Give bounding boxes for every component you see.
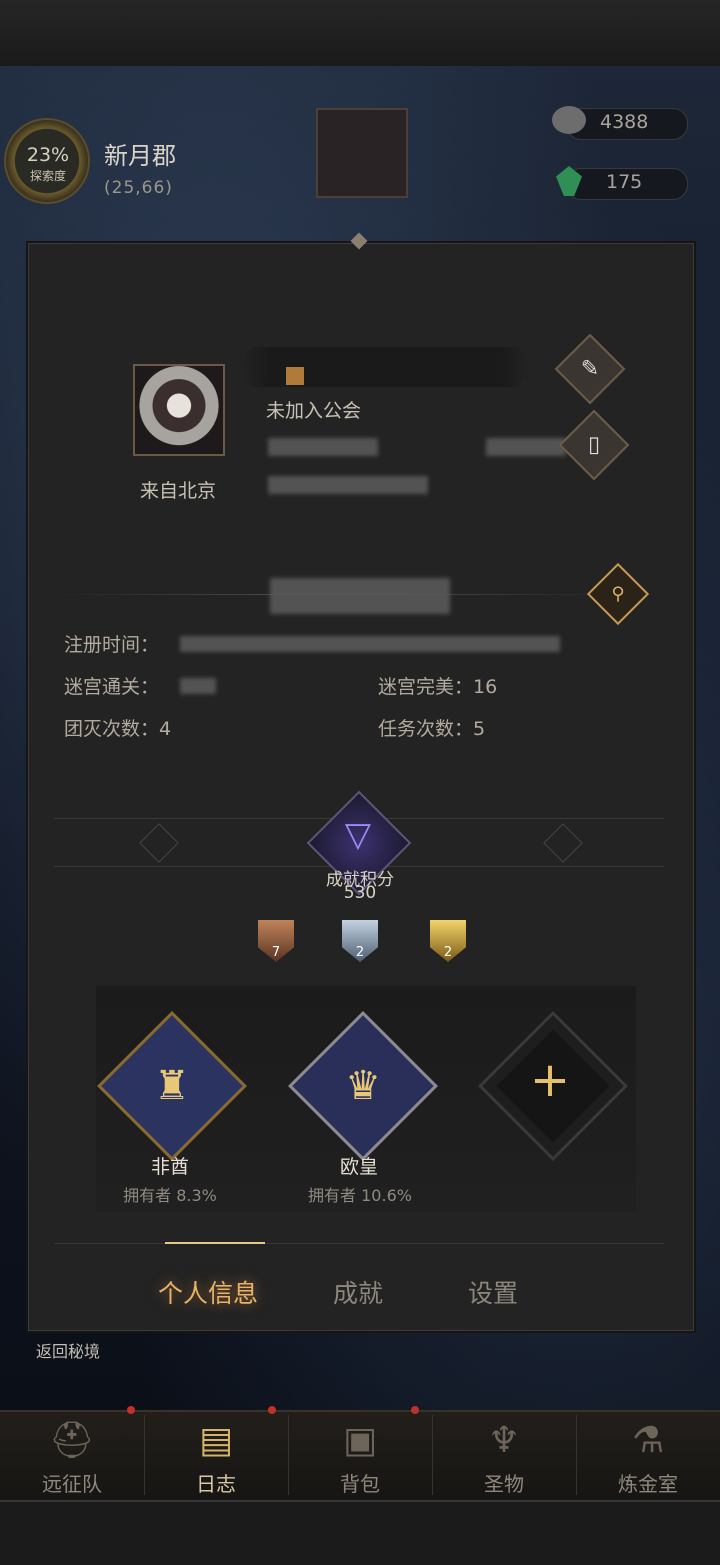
player-name-obscured [286, 367, 304, 385]
player-name-bar [240, 347, 530, 387]
medal-count: 7 [271, 945, 281, 960]
nav-label: 日志 [196, 1472, 236, 1496]
warrior-badge-icon: ♜ [154, 1063, 190, 1109]
nav-label: 炼金室 [618, 1472, 678, 1496]
area-coordinates: (25,66) [104, 178, 173, 198]
record-title-obscured [270, 578, 450, 614]
backpack-icon: ▣ [342, 1420, 377, 1461]
triangle-emblem-icon: ▽ [344, 815, 372, 855]
profile-avatar[interactable] [133, 364, 225, 456]
notification-dot [268, 1406, 276, 1414]
exploration-percent: 23% [26, 144, 70, 166]
exploration-label: 探索度 [29, 169, 66, 183]
alchemy-flask-icon: ⚗ [631, 1420, 665, 1461]
return-to-dungeon-label[interactable]: 返回秘境 [36, 1338, 100, 1362]
achievement-score: 530 [343, 883, 377, 903]
area-name: 新月郡 [104, 142, 176, 170]
nav-label: 远征队 [42, 1472, 102, 1496]
stone-count: 4388 [600, 111, 649, 133]
badge-owner-rate: 拥有者 10.6% [308, 1186, 412, 1205]
player-avatar[interactable] [316, 108, 408, 198]
badge-name: 非酋 [150, 1156, 189, 1178]
card-icon: ▯ [587, 432, 601, 458]
register-time-label: 注册时间： [64, 634, 160, 656]
torch-icon: ♆ [487, 1420, 521, 1461]
team-wipes: 团灭次数：4 [64, 718, 172, 740]
nav-expedition[interactable]: ⛑ 远征队 [0, 1410, 144, 1500]
tab-active-indicator [165, 1242, 265, 1244]
player-origin: 来自北京 [139, 480, 216, 502]
guild-status: 未加入公会 [266, 400, 362, 422]
quill-icon: ✎ [580, 356, 600, 382]
nav-label: 背包 [340, 1472, 380, 1496]
mission-count: 任务次数：5 [378, 718, 486, 740]
medal-count: 2 [443, 945, 453, 960]
notification-dot [411, 1406, 419, 1414]
plus-icon: + [529, 1052, 571, 1108]
maze-clear-obscured [180, 678, 216, 694]
viking-helmet-icon: ⛑ [49, 1420, 95, 1461]
maze-clear-label: 迷宫通关： [64, 676, 160, 698]
badge-owner-rate: 拥有者 8.3% [123, 1186, 217, 1205]
obscured-info-line [268, 438, 378, 456]
gem-count: 175 [606, 171, 643, 193]
obscured-info-line [268, 476, 428, 494]
tab-divider [54, 1243, 664, 1244]
nav-backpack[interactable]: ▣ 背包 [288, 1410, 432, 1500]
register-time-obscured [180, 636, 560, 652]
badge-name: 欧皇 [339, 1156, 378, 1178]
obscured-info-line [486, 438, 566, 456]
magnifier-icon: ⚲ [611, 583, 625, 605]
top-frame [0, 0, 720, 68]
bottom-frame [0, 1500, 720, 1565]
nav-label: 圣物 [484, 1472, 524, 1496]
nav-journal[interactable]: ▤ 日志 [144, 1410, 288, 1500]
tab-profile[interactable]: 个人信息 [158, 1274, 258, 1310]
tab-achievements[interactable]: 成就 [333, 1274, 383, 1310]
crown-badge-icon: ♛ [345, 1063, 381, 1109]
tab-settings[interactable]: 设置 [468, 1274, 518, 1310]
maze-perfect: 迷宫完美：16 [378, 676, 498, 698]
notification-dot [127, 1406, 135, 1414]
journal-scroll-icon: ▤ [198, 1420, 233, 1461]
nav-alchemy[interactable]: ⚗ 炼金室 [576, 1410, 720, 1500]
stone-icon [552, 106, 586, 134]
nav-relic[interactable]: ♆ 圣物 [432, 1410, 576, 1500]
medal-count: 2 [355, 945, 365, 960]
